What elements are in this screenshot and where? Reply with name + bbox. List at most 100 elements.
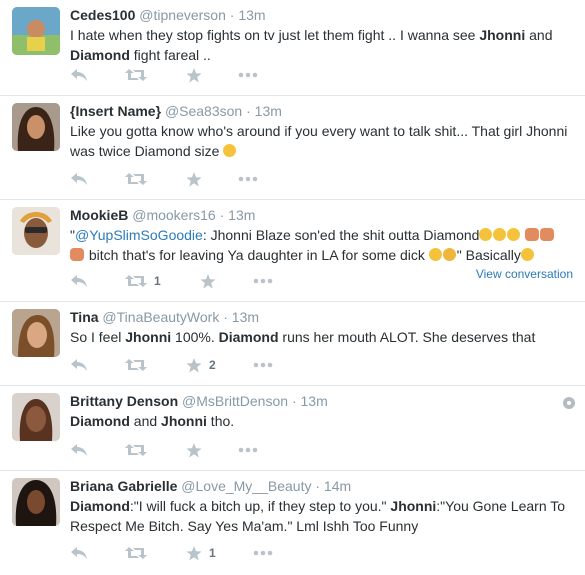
retweet-button[interactable] xyxy=(125,65,147,85)
joy-emoji xyxy=(493,228,507,241)
tweet-text: Diamond and Jhonni tho. xyxy=(70,413,235,429)
user-name[interactable]: Brittany Denson xyxy=(70,393,178,409)
tweet-timestamp[interactable]: 13m xyxy=(232,309,259,325)
highlight: Jhonni xyxy=(125,329,172,345)
reply-button[interactable] xyxy=(70,355,88,375)
more-icon xyxy=(253,362,273,368)
reply-button[interactable] xyxy=(70,65,88,85)
favorite-count: 2 xyxy=(209,358,216,372)
tweet-item[interactable]: Brittany Denson @MsBrittDenson · 13m Dia… xyxy=(0,386,585,471)
avatar[interactable] xyxy=(12,478,60,526)
more-button[interactable] xyxy=(253,543,273,563)
tweet-item[interactable]: Cedes100 @tipneverson · 13m I hate when … xyxy=(0,0,585,96)
mention-link[interactable]: @YupSlimSoGoodie xyxy=(75,227,203,243)
user-name[interactable]: Briana Gabrielle xyxy=(70,478,177,494)
star-icon xyxy=(186,67,202,82)
view-conversation-link[interactable]: View conversation xyxy=(476,267,573,281)
tweet-header: Briana Gabrielle @Love_My__Beauty · 14m xyxy=(70,477,573,495)
tweet-timestamp[interactable]: 14m xyxy=(324,478,351,494)
retweet-icon xyxy=(125,444,147,456)
tweet-item[interactable]: MookieB @mookers16 · 13m "@YupSlimSoGood… xyxy=(0,200,585,302)
avatar[interactable] xyxy=(12,393,60,441)
highlight: Jhonni xyxy=(161,413,207,429)
more-button[interactable] xyxy=(238,65,258,85)
reply-button[interactable] xyxy=(70,169,88,189)
tweet-actions: 2 xyxy=(70,355,310,375)
tweet-timestamp[interactable]: 13m xyxy=(238,7,265,23)
tweet-timestamp[interactable]: 13m xyxy=(228,207,255,223)
user-name[interactable]: Tina xyxy=(70,309,99,325)
user-handle[interactable]: @Love_My__Beauty xyxy=(181,478,311,494)
tweet-timestamp[interactable]: 13m xyxy=(301,393,328,409)
gear-icon[interactable] xyxy=(563,397,575,409)
more-button[interactable] xyxy=(253,271,273,291)
retweet-button[interactable] xyxy=(125,440,147,460)
retweet-button[interactable] xyxy=(125,543,147,563)
tweet-header: {Insert Name} @Sea83son · 13m xyxy=(70,102,573,120)
more-icon xyxy=(238,447,258,453)
more-icon xyxy=(253,278,273,284)
more-button[interactable] xyxy=(238,169,258,189)
tweet-header: MookieB @mookers16 · 13m xyxy=(70,206,573,224)
more-button[interactable] xyxy=(238,440,258,460)
separator: · xyxy=(246,103,251,119)
star-icon xyxy=(186,171,202,186)
tweet-text: I hate when they stop fights on tv just … xyxy=(70,27,553,63)
reply-icon xyxy=(71,69,87,81)
reply-button[interactable] xyxy=(70,271,88,291)
avatar[interactable] xyxy=(12,309,60,357)
tweet-actions xyxy=(70,169,310,189)
tweet-actions xyxy=(70,440,310,460)
highlight: Jhonni xyxy=(390,498,437,514)
avatar[interactable] xyxy=(12,207,60,255)
retweet-button[interactable]: 1 xyxy=(125,271,161,291)
user-handle[interactable]: @tipneverson xyxy=(139,7,226,23)
user-handle[interactable]: @Sea83son xyxy=(165,103,242,119)
tweet-item[interactable]: Briana Gabrielle @Love_My__Beauty · 14m … xyxy=(0,471,585,575)
fist-emoji xyxy=(525,228,540,241)
user-name[interactable]: {Insert Name} xyxy=(70,103,161,119)
reply-button[interactable] xyxy=(70,543,88,563)
favorite-button[interactable]: 2 xyxy=(186,355,216,375)
reply-icon xyxy=(71,359,87,371)
separator: · xyxy=(219,207,225,223)
favorite-button[interactable]: 1 xyxy=(186,543,216,563)
separator: · xyxy=(315,478,321,494)
more-icon xyxy=(253,550,273,556)
favorite-button[interactable] xyxy=(200,271,216,291)
tweet-item[interactable]: Tina @TinaBeautyWork · 13m So I feel Jho… xyxy=(0,302,585,386)
tweet-item[interactable]: {Insert Name} @Sea83son · 13m Like you g… xyxy=(0,96,585,200)
reply-icon xyxy=(71,444,87,456)
avatar[interactable] xyxy=(12,7,60,55)
avatar[interactable] xyxy=(12,103,60,151)
retweet-icon xyxy=(125,173,147,185)
user-handle[interactable]: @MsBrittDenson xyxy=(182,393,288,409)
favorite-count: 1 xyxy=(209,546,216,560)
user-name[interactable]: MookieB xyxy=(70,207,128,223)
tweet-header: Cedes100 @tipneverson · 13m xyxy=(70,6,573,24)
tweet-text: Diamond:"I will fuck a bitch up, if they… xyxy=(70,498,566,534)
separator: · xyxy=(229,7,235,23)
tweet-actions xyxy=(70,65,310,85)
favorite-button[interactable] xyxy=(186,440,202,460)
highlight: Diamond xyxy=(70,47,130,63)
more-button[interactable] xyxy=(253,355,273,375)
star-icon xyxy=(186,545,202,560)
tweet-text: So I feel Jhonni 100%. Diamond runs her … xyxy=(70,329,536,345)
tweet-actions: 1 xyxy=(70,271,310,291)
tweet-header: Tina @TinaBeautyWork · 13m xyxy=(70,308,573,326)
favorite-button[interactable] xyxy=(186,65,202,85)
tweet-timestamp[interactable]: 13m xyxy=(255,103,282,119)
joy-emoji xyxy=(507,228,521,241)
retweet-button[interactable] xyxy=(125,169,147,189)
retweet-button[interactable] xyxy=(125,355,147,375)
favorite-button[interactable] xyxy=(186,169,202,189)
separator: · xyxy=(223,309,228,325)
joy-emoji xyxy=(428,248,442,261)
fist-emoji xyxy=(540,228,555,241)
user-name[interactable]: Cedes100 xyxy=(70,7,135,23)
reply-button[interactable] xyxy=(70,440,88,460)
star-icon xyxy=(186,357,202,372)
user-handle[interactable]: @mookers16 xyxy=(132,207,215,223)
user-handle[interactable]: @TinaBeautyWork xyxy=(102,309,219,325)
